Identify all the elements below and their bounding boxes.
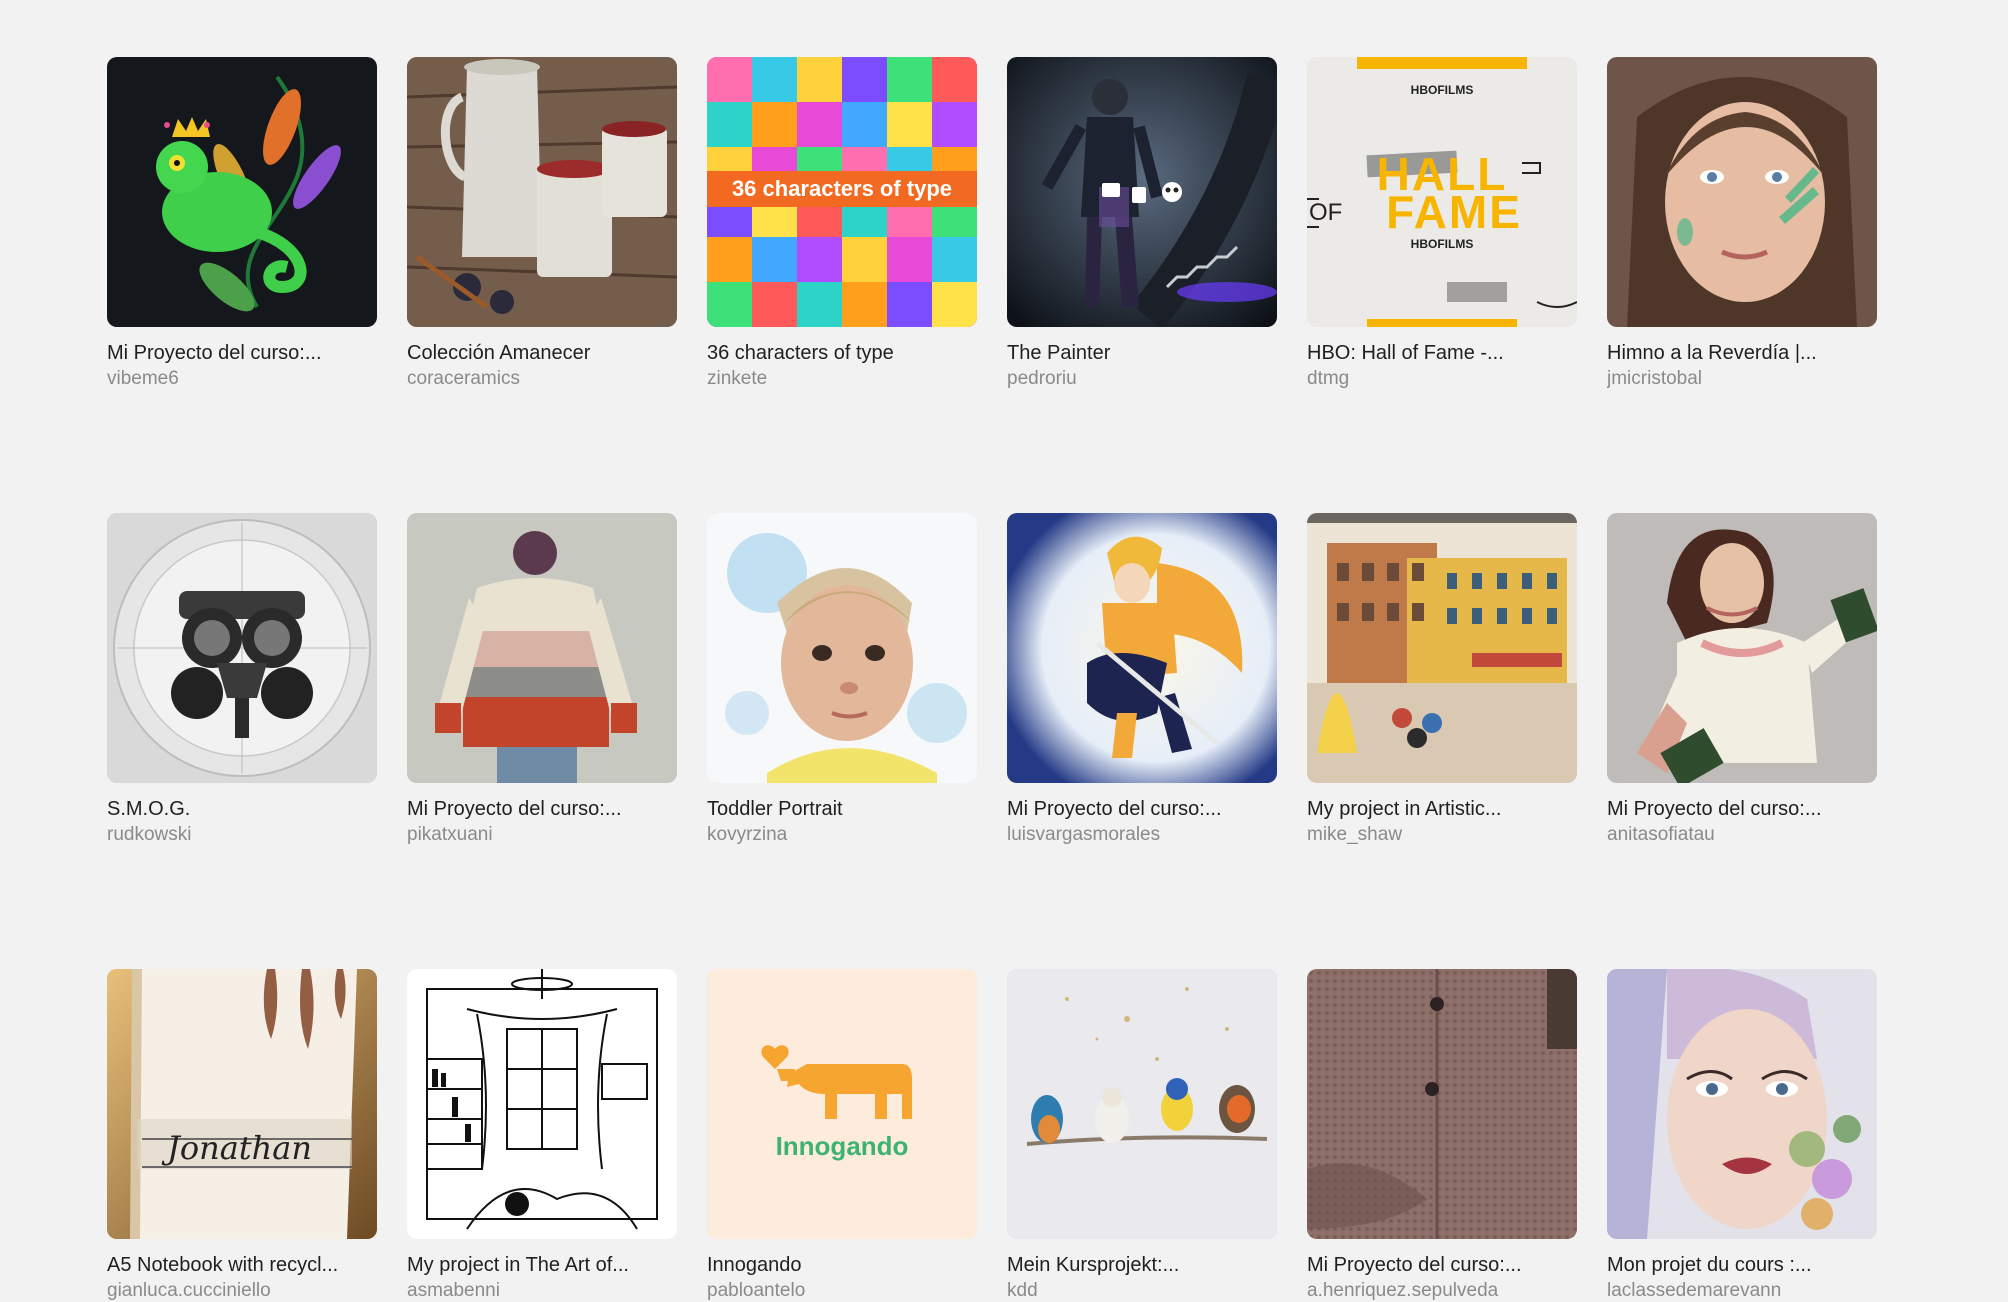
project-thumbnail[interactable]	[107, 57, 377, 327]
project-title[interactable]: A5 Notebook with recycl...	[107, 1253, 377, 1277]
project-card[interactable]: Toddler Portrait kovyrzina	[707, 513, 977, 846]
project-card[interactable]: Himno a la Reverdía |... jmicristobal	[1607, 57, 1877, 390]
project-thumbnail[interactable]	[1007, 513, 1277, 783]
project-author[interactable]: pikatxuani	[407, 824, 677, 846]
project-card[interactable]: Innogando Innogando pabloantelo	[707, 969, 977, 1302]
project-card[interactable]: Colección Amanecer coraceramics	[407, 57, 677, 390]
project-author[interactable]: gianluca.cucciniello	[107, 1280, 377, 1302]
project-thumbnail[interactable]	[707, 513, 977, 783]
project-thumbnail[interactable]	[1607, 969, 1877, 1239]
project-thumbnail[interactable]	[407, 57, 677, 327]
project-thumbnail[interactable]	[1307, 513, 1577, 783]
project-author[interactable]: anitasofiatau	[1607, 824, 1877, 846]
project-author[interactable]: dtmg	[1307, 368, 1577, 390]
thumbnail-side-text: OF	[1309, 199, 1343, 226]
project-card[interactable]: The Painter pedroriu	[1007, 57, 1277, 390]
project-title[interactable]: My project in The Art of...	[407, 1253, 677, 1277]
project-title[interactable]: Innogando	[707, 1253, 977, 1277]
project-author[interactable]: jmicristobal	[1607, 368, 1877, 390]
project-card[interactable]: Mi Proyecto del curso:... pikatxuani	[407, 513, 677, 846]
project-title[interactable]: Mon projet du cours :...	[1607, 1253, 1877, 1277]
project-author[interactable]: luisvargasmorales	[1007, 824, 1277, 846]
project-thumbnail[interactable]: Innogando	[707, 969, 977, 1239]
project-card[interactable]: Mon projet du cours :... laclassedemarev…	[1607, 969, 1877, 1302]
project-thumbnail[interactable]	[1307, 969, 1577, 1239]
project-thumbnail[interactable]	[407, 513, 677, 783]
project-title[interactable]: My project in Artistic...	[1307, 797, 1577, 821]
project-author[interactable]: mike_shaw	[1307, 824, 1577, 846]
project-thumbnail[interactable]	[1007, 57, 1277, 327]
thumbnail-headline-2: FAME	[1386, 186, 1522, 238]
project-card[interactable]: Mi Proyecto del curso:... luisvargasmora…	[1007, 513, 1277, 846]
project-grid: Mi Proyecto del curso:... vibeme6 Colecc…	[107, 57, 1907, 1302]
project-author[interactable]: zinkete	[707, 368, 977, 390]
project-thumbnail[interactable]: Jonathan	[107, 969, 377, 1239]
project-title[interactable]: Mein Kursprojekt:...	[1007, 1253, 1277, 1277]
thumbnail-banner-text: 36 characters of type	[731, 176, 953, 201]
project-thumbnail[interactable]	[1007, 969, 1277, 1239]
project-title[interactable]: HBO: Hall of Fame -...	[1307, 341, 1577, 365]
project-author[interactable]: coraceramics	[407, 368, 677, 390]
project-thumbnail[interactable]	[107, 513, 377, 783]
project-thumbnail[interactable]	[1607, 513, 1877, 783]
project-title[interactable]: Mi Proyecto del curso:...	[107, 341, 377, 365]
project-card[interactable]: S.M.O.G. rudkowski	[107, 513, 377, 846]
project-card[interactable]: 36 characters of type 36 characters of t…	[707, 57, 977, 390]
project-title[interactable]: S.M.O.G.	[107, 797, 377, 821]
project-title[interactable]: Himno a la Reverdía |...	[1607, 341, 1877, 365]
project-card[interactable]: Mi Proyecto del curso:... anitasofiatau	[1607, 513, 1877, 846]
project-author[interactable]: kovyrzina	[707, 824, 977, 846]
innogando-wordmark: Innogando	[775, 1131, 909, 1161]
project-title[interactable]: Mi Proyecto del curso:...	[407, 797, 677, 821]
project-author[interactable]: pedroriu	[1007, 368, 1277, 390]
project-card[interactable]: My project in Artistic... mike_shaw	[1307, 513, 1577, 846]
project-author[interactable]: laclassedemarevann	[1607, 1280, 1877, 1302]
thumbnail-calligraphy: Jonathan	[167, 1129, 312, 1167]
project-thumbnail[interactable]	[1607, 57, 1877, 327]
project-author[interactable]: a.henriquez.sepulveda	[1307, 1280, 1577, 1302]
project-card[interactable]: My project in The Art of... asmabenni	[407, 969, 677, 1302]
project-card[interactable]: Mein Kursprojekt:... kdd	[1007, 969, 1277, 1302]
project-title[interactable]: Mi Proyecto del curso:...	[1607, 797, 1877, 821]
project-title[interactable]: Toddler Portrait	[707, 797, 977, 821]
project-title[interactable]: 36 characters of type	[707, 341, 977, 365]
project-title[interactable]: Mi Proyecto del curso:...	[1007, 797, 1277, 821]
project-author[interactable]: pabloantelo	[707, 1280, 977, 1302]
project-card[interactable]: Mi Proyecto del curso:... vibeme6	[107, 57, 377, 390]
project-card[interactable]: Mi Proyecto del curso:... a.henriquez.se…	[1307, 969, 1577, 1302]
project-author[interactable]: rudkowski	[107, 824, 377, 846]
thumbnail-brand-top: HBOFILMS	[1410, 83, 1474, 97]
project-title[interactable]: Colección Amanecer	[407, 341, 677, 365]
project-title[interactable]: Mi Proyecto del curso:...	[1307, 1253, 1577, 1277]
project-card[interactable]: Jonathan A5 Notebook with recycl... gian…	[107, 969, 377, 1302]
project-card[interactable]: HBOFILMS HALL FAME OF HBOFILMS HBO: Hall…	[1307, 57, 1577, 390]
project-author[interactable]: asmabenni	[407, 1280, 677, 1302]
project-author[interactable]: vibeme6	[107, 368, 377, 390]
project-thumbnail[interactable]	[407, 969, 677, 1239]
project-title[interactable]: The Painter	[1007, 341, 1277, 365]
project-thumbnail[interactable]: 36 characters of type	[707, 57, 977, 327]
thumbnail-brand-bottom: HBOFILMS	[1410, 237, 1474, 251]
project-thumbnail[interactable]: HBOFILMS HALL FAME OF HBOFILMS	[1307, 57, 1577, 327]
project-author[interactable]: kdd	[1007, 1280, 1277, 1302]
